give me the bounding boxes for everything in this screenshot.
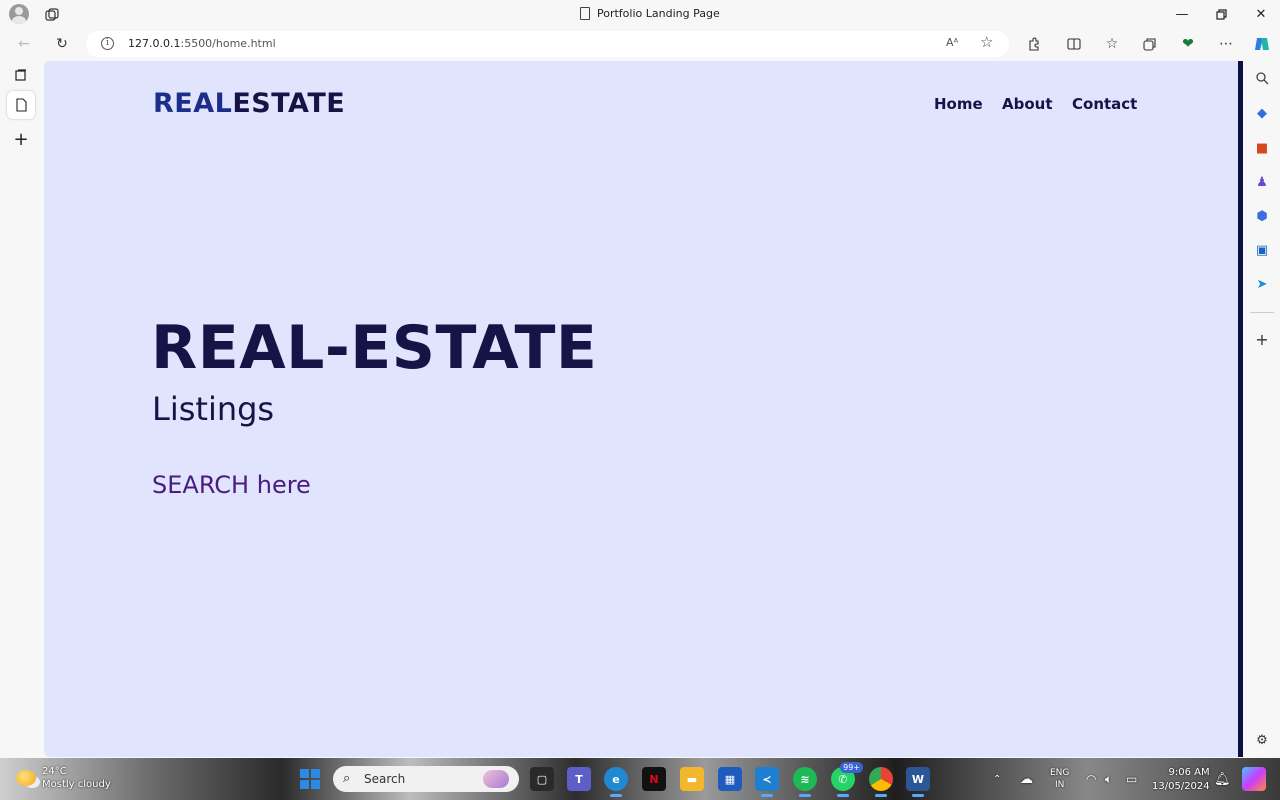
- language-indicator[interactable]: ENG IN: [1050, 758, 1069, 800]
- weather-desc: Mostly cloudy: [42, 779, 111, 790]
- sidebar-shopping-icon[interactable]: ◆: [1254, 105, 1270, 121]
- minimize-button[interactable]: —: [1171, 4, 1193, 24]
- wifi-icon[interactable]: ◠: [1086, 758, 1096, 800]
- spotify-icon[interactable]: ≋: [793, 767, 817, 797]
- word-icon[interactable]: W: [906, 767, 930, 797]
- sidebar-add-icon[interactable]: +: [1254, 330, 1270, 349]
- page-document-icon: [580, 7, 590, 20]
- site-logo[interactable]: REALESTATE: [153, 88, 345, 119]
- battery-icon[interactable]: ▭: [1126, 758, 1137, 800]
- more-menu-icon[interactable]: ⋯: [1216, 34, 1236, 54]
- teams-icon[interactable]: T: [567, 767, 591, 791]
- language-line2: IN: [1055, 780, 1065, 790]
- sidebar-search-icon[interactable]: [1254, 70, 1270, 86]
- page-viewport: REALESTATE Home About Contact REAL-ESTAT…: [44, 61, 1238, 757]
- tab-actions-icon[interactable]: [7, 61, 35, 89]
- edge-sidebar: ◆ ■ ♟ ⬢ ▣ ➤ + ⚙: [1244, 59, 1280, 758]
- language-line1: ENG: [1050, 768, 1070, 778]
- search-highlight-icon: [483, 770, 509, 788]
- system-clock[interactable]: 9:06 AM 13/05/2024: [1152, 766, 1210, 794]
- url-host: 127.0.0.1: [128, 37, 181, 50]
- sidebar-settings-icon[interactable]: ⚙: [1254, 732, 1270, 748]
- sidebar-drop-icon[interactable]: ➤: [1254, 276, 1270, 292]
- sidebar-m365-icon[interactable]: ⬢: [1254, 208, 1270, 224]
- whatsapp-icon[interactable]: ✆ 99+: [831, 762, 863, 797]
- close-button[interactable]: ✕: [1250, 4, 1272, 24]
- sidebar-tools-icon[interactable]: ■: [1254, 140, 1270, 156]
- whatsapp-badge: 99+: [840, 762, 863, 773]
- tab-title: Portfolio Landing Page: [597, 7, 720, 20]
- url-path: :5500/home.html: [180, 37, 276, 50]
- tray-overflow-icon[interactable]: ⌃: [993, 758, 1001, 800]
- restore-button[interactable]: [1210, 4, 1232, 24]
- refresh-icon[interactable]: ↻: [52, 34, 72, 54]
- site-info-icon[interactable]: i: [101, 37, 114, 50]
- copilot-taskbar-icon[interactable]: [1242, 767, 1266, 791]
- hero-subtitle: Listings: [152, 390, 275, 428]
- hero-search-text[interactable]: SEARCH here: [152, 471, 311, 499]
- weather-icon: [16, 770, 36, 786]
- read-aloud-icon[interactable]: Aᴬ: [946, 36, 958, 49]
- netflix-icon[interactable]: N: [642, 767, 666, 791]
- workspaces-icon[interactable]: [45, 7, 59, 21]
- window-title: Portfolio Landing Page: [580, 7, 720, 20]
- edge-taskbar-icon[interactable]: e: [604, 767, 628, 797]
- taskbar-search-box[interactable]: ⌕ Search: [333, 766, 519, 792]
- sidebar-games-icon[interactable]: ♟: [1254, 174, 1270, 190]
- copilot-icon[interactable]: [1252, 34, 1272, 54]
- clock-date: 13/05/2024: [1152, 781, 1210, 792]
- address-bar[interactable]: i 127.0.0.1:5500/home.html Aᴬ ☆: [86, 31, 1009, 57]
- browser-essentials-icon[interactable]: ❤: [1178, 34, 1198, 54]
- weather-temp: 24°C: [42, 766, 67, 777]
- vscode-icon[interactable]: ≺: [755, 767, 779, 797]
- search-icon: ⌕: [343, 771, 351, 786]
- onedrive-icon[interactable]: ☁: [1020, 758, 1033, 800]
- title-bar: Portfolio Landing Page — ✕: [0, 0, 1280, 29]
- read-aloud-label: A: [946, 36, 954, 49]
- vertical-tab-strip: +: [0, 59, 43, 758]
- nav-contact-link[interactable]: Contact: [1072, 95, 1137, 113]
- logo-part-real: REAL: [153, 88, 233, 119]
- windows-start-icon[interactable]: [300, 769, 320, 789]
- volume-icon[interactable]: 🔈︎: [1105, 758, 1112, 800]
- favorite-star-icon[interactable]: ☆: [980, 33, 993, 51]
- favorites-icon[interactable]: ☆: [1102, 34, 1122, 54]
- extensions-icon[interactable]: [1024, 34, 1044, 54]
- hero-title: REAL-ESTATE: [151, 313, 598, 383]
- new-tab-icon[interactable]: +: [7, 125, 35, 153]
- file-explorer-icon[interactable]: ▬: [680, 767, 704, 791]
- page-scrollbar[interactable]: [1238, 61, 1243, 757]
- profile-avatar-icon[interactable]: [9, 4, 29, 24]
- taskbar-search-label: Search: [364, 772, 406, 786]
- windows-taskbar: 24°C Mostly cloudy ⌕ Search ▢ T e N ▬ ▦ ≺…: [0, 758, 1280, 800]
- nav-home-link[interactable]: Home: [934, 95, 983, 113]
- nav-about-link[interactable]: About: [1002, 95, 1053, 113]
- sidebar-outlook-icon[interactable]: ▣: [1254, 242, 1270, 258]
- logo-part-estate: ESTATE: [232, 88, 346, 119]
- tab-current-page[interactable]: [7, 91, 35, 119]
- browser-toolbar: ← ↻ i 127.0.0.1:5500/home.html Aᴬ ☆ ☆ ❤ …: [0, 29, 1280, 59]
- task-view-icon[interactable]: ▢: [530, 767, 554, 791]
- url-text[interactable]: 127.0.0.1:5500/home.html: [128, 37, 276, 50]
- microsoft-store-icon[interactable]: ▦: [718, 767, 742, 791]
- collections-icon[interactable]: [1140, 34, 1160, 54]
- clock-time: 9:06 AM: [1168, 767, 1210, 778]
- weather-widget[interactable]: 24°C Mostly cloudy: [16, 765, 111, 791]
- notifications-icon[interactable]: 🔔︎: [1214, 758, 1231, 800]
- split-screen-icon[interactable]: [1064, 34, 1084, 54]
- chrome-icon[interactable]: [869, 767, 893, 797]
- sidebar-divider: [1250, 312, 1274, 313]
- back-icon[interactable]: ←: [14, 34, 34, 54]
